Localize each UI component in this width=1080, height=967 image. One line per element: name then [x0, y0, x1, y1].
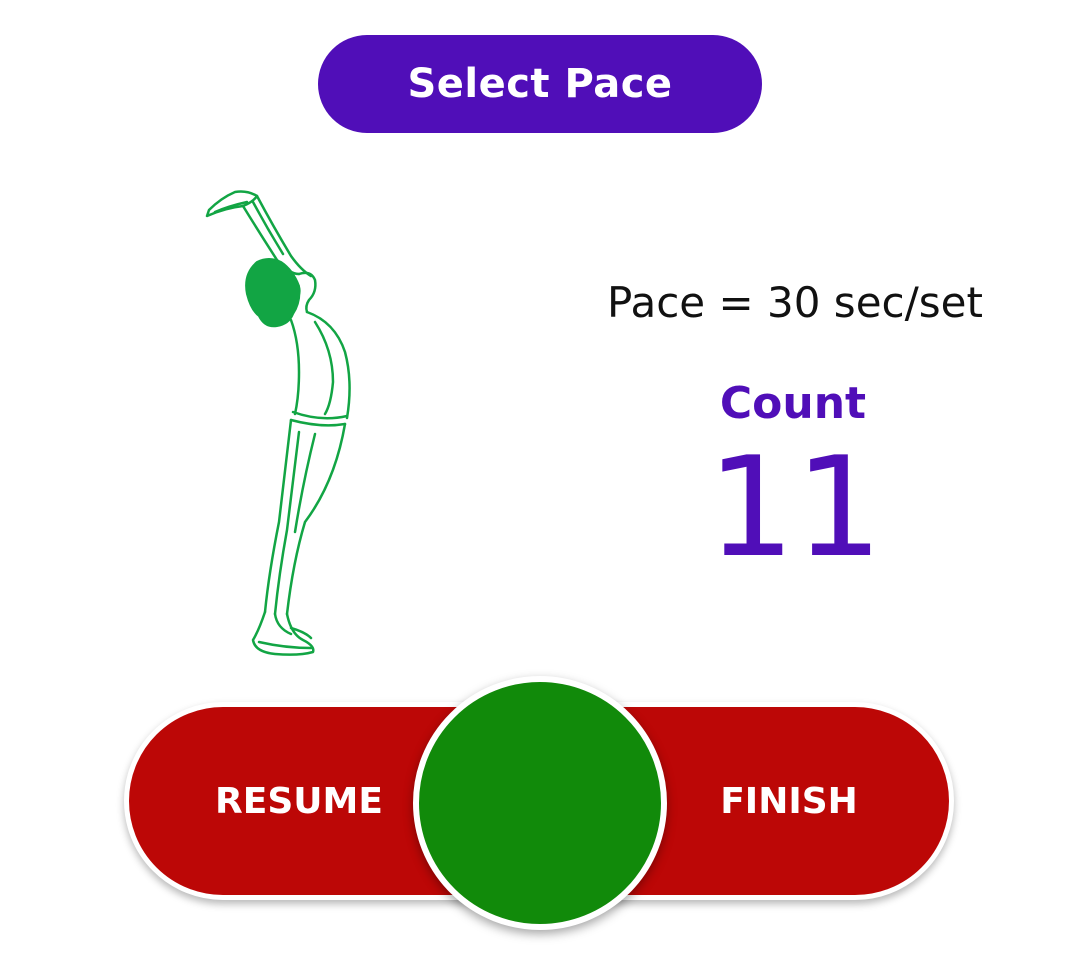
resume-button[interactable]: RESUME	[159, 707, 439, 895]
select-pace-button[interactable]: Select Pace	[318, 35, 762, 133]
exercise-screen: Select Pace Pace = 30 sec/set Count 11 R…	[0, 0, 1080, 967]
finish-button[interactable]: FINISH	[649, 707, 929, 895]
yoga-pose-icon	[205, 190, 351, 656]
count-value: 11	[707, 427, 883, 588]
start-stop-circle-button[interactable]	[413, 676, 667, 930]
yoga-pose-illustration	[195, 182, 365, 664]
count-label: Count	[719, 378, 867, 429]
pace-readout: Pace = 30 sec/set	[607, 278, 983, 327]
